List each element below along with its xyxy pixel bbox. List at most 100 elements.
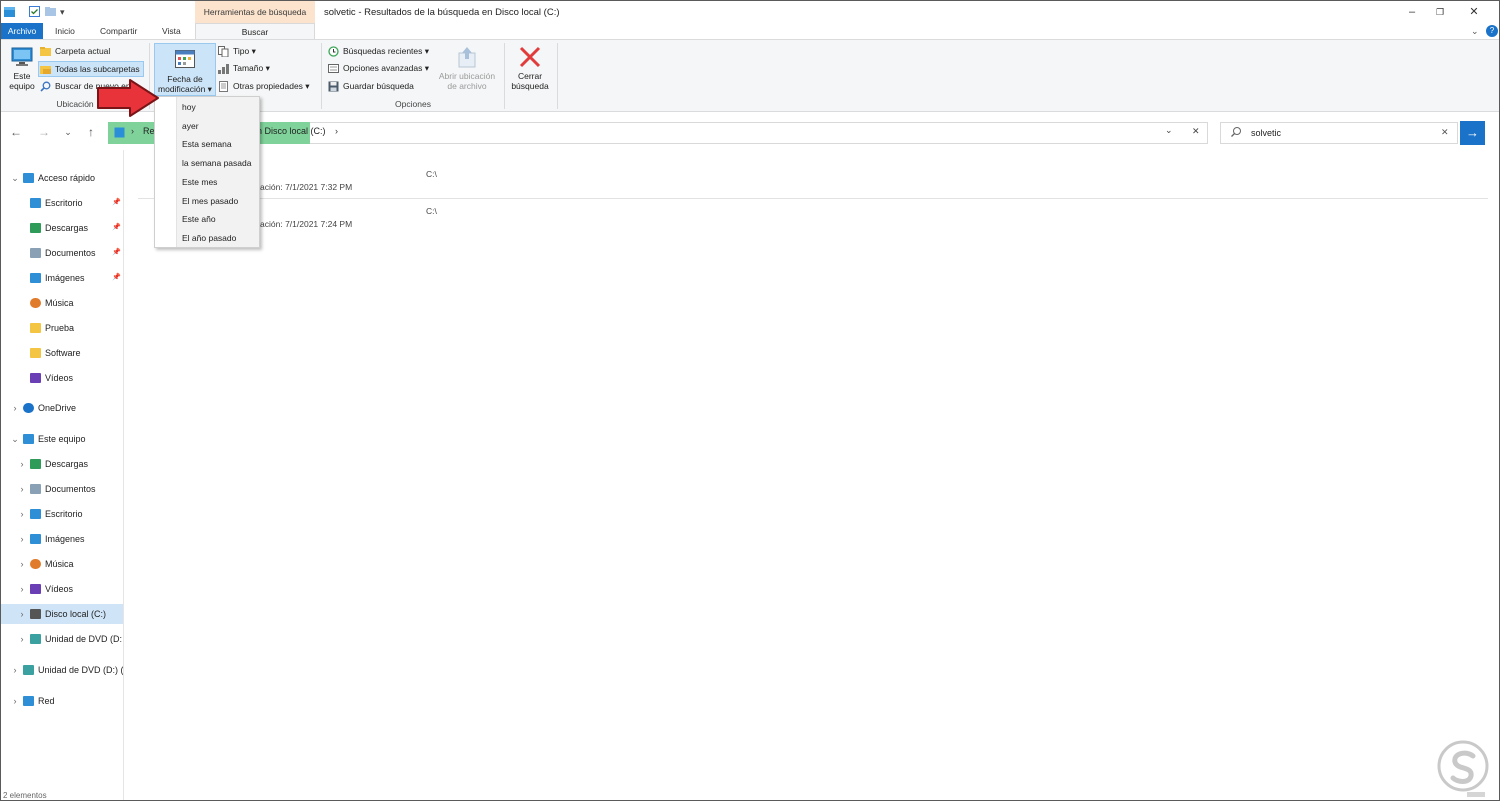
chevron-right-icon[interactable]: › [17, 479, 27, 499]
chevron-right-icon[interactable]: › [17, 604, 27, 624]
result-1-meta[interactable]: ación: 7/1/2021 7:32 PM [260, 180, 352, 194]
nav-pc-dvd[interactable]: › Unidad de DVD (D: [1, 629, 123, 649]
nav-pc-videos[interactable]: › Vídeos [1, 579, 123, 599]
date-menu-item[interactable]: Esta semana [182, 137, 232, 151]
properties-icon[interactable] [28, 5, 42, 19]
nav-quick-videos[interactable]: Vídeos [1, 368, 123, 388]
chevron-right-icon[interactable]: › [17, 554, 27, 574]
help-icon[interactable]: ? [1486, 25, 1498, 37]
tamano-label: Tamaño [233, 63, 264, 73]
tab-vista[interactable]: Vista [154, 23, 189, 39]
nav-este-equipo[interactable]: ⌄ Este equipo [1, 429, 123, 449]
pin-icon[interactable]: 📌 [112, 193, 121, 213]
chevron-right-icon[interactable]: › [17, 504, 27, 524]
nav-pc-documentos[interactable]: › Documentos [1, 479, 123, 499]
chevron-down-icon: ▾ [249, 46, 256, 56]
este-equipo-button[interactable]: Este equipo [5, 45, 39, 91]
tab-compartir[interactable]: Compartir [92, 23, 145, 39]
pin-icon[interactable]: 📌 [112, 243, 121, 263]
tab-inicio[interactable]: Inicio [47, 23, 83, 39]
minimize-icon[interactable]: – [1397, 1, 1427, 23]
dvd-icon [30, 634, 41, 644]
tamano-button[interactable]: Tamaño ▾ [217, 61, 270, 76]
fecha-modificacion-button[interactable]: Fecha de modificación ▾ [154, 43, 216, 96]
nav-pc-disco-local[interactable]: › Disco local (C:) [1, 604, 123, 624]
chevron-down-icon[interactable]: ⌄ [10, 429, 20, 449]
nav-pc-descargas[interactable]: › Descargas [1, 454, 123, 474]
breadcrumb-chevron-icon: › [335, 126, 338, 136]
date-menu-item[interactable]: El año pasado [182, 231, 236, 245]
date-menu-item[interactable]: hoy [182, 100, 196, 114]
nav-label: Imágenes [45, 273, 85, 283]
fecha-label-1: Fecha de [167, 74, 203, 84]
desktop-icon [30, 509, 41, 519]
otras-propiedades-button[interactable]: Otras propiedades ▾ [217, 79, 310, 94]
pin-icon[interactable]: 📌 [112, 218, 121, 238]
abrir-ubicacion-button[interactable]: Abrir ubicación de archivo [435, 45, 499, 91]
search-go-button[interactable]: → [1460, 121, 1485, 145]
clear-search-icon[interactable]: ✕ [1441, 127, 1449, 138]
properties-page-icon [218, 81, 229, 92]
restore-icon[interactable]: ❐ [1425, 1, 1455, 23]
result-2-path[interactable]: C:\ [426, 204, 437, 218]
stop-search-icon[interactable]: ✕ [1192, 126, 1200, 137]
nav-quick-documentos[interactable]: Documentos 📌 [1, 243, 123, 263]
nav-label: Documentos [45, 484, 96, 494]
nav-pc-escritorio[interactable]: › Escritorio [1, 504, 123, 524]
carpeta-actual-button[interactable]: Carpeta actual [39, 44, 110, 59]
guardar-busqueda-button[interactable]: Guardar búsqueda [327, 79, 414, 94]
chevron-down-icon[interactable]: ⌄ [10, 168, 20, 188]
nav-acceso-rapido[interactable]: ⌄ Acceso rápido [1, 168, 123, 188]
chevron-right-icon[interactable]: › [10, 660, 20, 680]
nav-label: Software [45, 348, 81, 358]
customize-qat-icon[interactable]: ▾ [60, 5, 74, 19]
chevron-right-icon[interactable]: › [17, 454, 27, 474]
nav-red[interactable]: › Red [1, 691, 123, 711]
fecha-label-2-text: modificación [158, 84, 206, 94]
date-menu-item[interactable]: Este año [182, 212, 216, 226]
nav-quick-prueba[interactable]: Prueba [1, 318, 123, 338]
chevron-right-icon[interactable]: › [10, 398, 20, 418]
ribbon-separator [321, 43, 322, 109]
date-menu-item[interactable]: la semana pasada [182, 156, 251, 170]
pin-icon[interactable]: 📌 [112, 268, 121, 288]
nav-quick-software[interactable]: Software [1, 343, 123, 363]
back-icon[interactable]: ← [7, 123, 25, 141]
tipo-button[interactable]: Tipo ▾ [217, 44, 256, 59]
nav-pc-musica[interactable]: › Música [1, 554, 123, 574]
breadcrumb-prefix[interactable]: Re [143, 126, 155, 136]
opciones-avanzadas-button[interactable]: Opciones avanzadas ▾ [327, 61, 429, 76]
chevron-right-icon[interactable]: › [10, 691, 20, 711]
chevron-right-icon[interactable]: › [17, 629, 27, 649]
breadcrumb-location[interactable]: n Disco local (C:) [257, 126, 326, 136]
nav-dvd[interactable]: › Unidad de DVD (D:) ( [1, 660, 123, 680]
address-dropdown-icon[interactable]: ⌄ [1165, 125, 1173, 136]
ribbon-collapse-icon[interactable]: ⌄ [1471, 25, 1483, 37]
tab-buscar[interactable]: Buscar [195, 23, 315, 39]
result-1-path[interactable]: C:\ [426, 167, 437, 181]
cerrar-busqueda-button[interactable]: Cerrar búsqueda [506, 45, 554, 91]
nav-quick-escritorio[interactable]: Escritorio 📌 [1, 193, 123, 213]
nav-quick-musica[interactable]: Música [1, 293, 123, 313]
nav-onedrive[interactable]: › OneDrive [1, 398, 123, 418]
date-menu-item[interactable]: Este mes [182, 175, 217, 189]
nav-label: Documentos [45, 248, 96, 258]
recent-locations-icon[interactable]: ⌄ [59, 123, 77, 141]
nav-quick-imagenes[interactable]: Imágenes 📌 [1, 268, 123, 288]
todas-subcarpetas-button[interactable]: Todas las subcarpetas [38, 61, 144, 77]
date-menu-item[interactable]: El mes pasado [182, 194, 238, 208]
new-folder-icon[interactable] [44, 5, 58, 19]
nav-pc-imagenes[interactable]: › Imágenes [1, 529, 123, 549]
busquedas-recientes-button[interactable]: Búsquedas recientes ▾ [327, 44, 429, 59]
close-icon[interactable]: ✕ [1459, 1, 1489, 23]
result-2-meta[interactable]: ación: 7/1/2021 7:24 PM [260, 217, 352, 231]
chevron-right-icon[interactable]: › [17, 579, 27, 599]
tab-archivo[interactable]: Archivo [1, 23, 43, 39]
chevron-right-icon[interactable]: › [17, 529, 27, 549]
date-menu-item[interactable]: ayer [182, 119, 199, 133]
fecha-label-2: modificación ▾ [155, 84, 215, 94]
forward-icon[interactable]: → [35, 123, 53, 141]
nav-quick-descargas[interactable]: Descargas 📌 [1, 218, 123, 238]
up-icon[interactable]: ↑ [82, 123, 100, 141]
subfolders-icon [40, 64, 51, 75]
